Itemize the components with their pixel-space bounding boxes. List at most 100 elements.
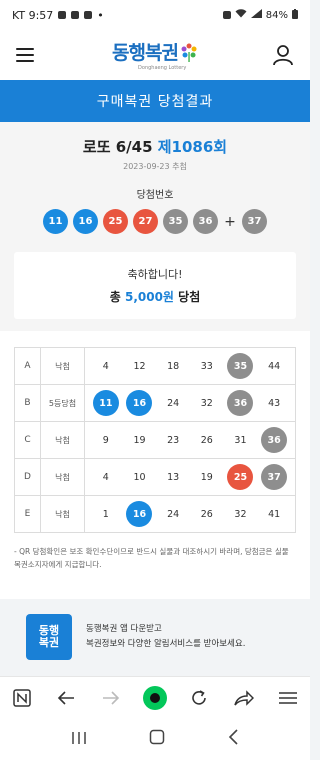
winning-numbers-label: 당첨번호 [136,190,174,201]
logo-text: 동행복권 [112,42,179,64]
ticket-number: 43 [268,397,281,409]
prize-prefix: 총 [109,290,121,304]
nav-back-icon[interactable] [227,729,239,749]
winning-ball: 11 [43,209,68,234]
ticket-row: E 낙첨 1 16 24 26 32 41 [14,495,296,533]
share-icon[interactable] [230,684,258,712]
prize-amount: 5,000원 [124,290,174,304]
more-menu-icon[interactable] [274,684,302,712]
bonus-plus: + [224,213,236,230]
ticket-numbers: 11 16 24 32 36 43 [84,384,296,422]
ticket-number: 26 [200,508,213,520]
status-bar: KT 9:57 • 84% [0,0,310,30]
ticket-row: D 낙첨 4 10 13 19 25 37 [14,458,296,496]
ticket-number: 1 [102,508,109,520]
promo-text: 동행복권 앱 다운받고 복권정보와 다양한 알림서비스를 받아보세요. [86,622,245,652]
congrats-box: 축하합니다! 총 5,000원 당첨 [14,252,296,319]
ticket-number-matched: 36 [227,390,254,416]
ticket-table: A 낙첨 4 12 18 33 35 44 B 5등당첨 11 16 24 32 36 43 C 낙첨 9 19 23 2… [14,347,296,533]
congrats-message: 축하합니다! [127,268,183,281]
ticket-label: C [14,421,41,459]
ticket-number: 4 [102,471,109,483]
recent-apps-icon[interactable] [71,730,87,749]
game-title: 로또 6/45 제1086회 [14,136,296,157]
ticket-number: 13 [167,471,180,483]
prize-suffix: 당첨 [178,290,201,304]
forward-icon[interactable] [97,684,125,712]
bonus-ball: 37 [242,209,267,234]
user-icon[interactable] [272,44,294,66]
ticket-number: 12 [133,360,146,372]
ticket-result: 낙첨 [40,347,85,385]
ticket-row: B 5등당첨 11 16 24 32 36 43 [14,384,296,422]
ticket-number: 19 [133,434,146,446]
winning-ball: 35 [163,209,188,234]
naver-tab-icon[interactable] [8,684,36,712]
promo-line-1: 동행복권 앱 다운받고 [86,624,162,634]
ticket-number: 23 [167,434,180,446]
ticket-result: 낙첨 [40,495,85,533]
logo-subtitle: Donghaeng Lottery [138,65,187,71]
ticket-number: 32 [234,508,247,520]
wifi-icon [235,9,247,21]
ticket-number: 9 [102,434,109,446]
draw-result-section: 로또 6/45 제1086회 2023-09-23 추첨 당첨번호 11 16 25… [0,122,310,331]
ticket-number: 31 [234,434,247,446]
refresh-icon[interactable] [185,684,213,712]
system-navigation-bar [0,718,310,760]
ticket-number: 44 [268,360,281,372]
ticket-numbers: 4 12 18 33 35 44 [84,347,296,385]
game-round: 제1086회 [157,138,228,156]
battery-level: 84% [265,9,288,21]
promo-app-logo: 동행 복권 [26,614,72,660]
ticket-label: D [14,458,41,496]
ticket-result: 5등당첨 [40,384,85,422]
ticket-number-matched: 35 [227,353,254,379]
status-time: KT 9:57 [12,8,54,22]
ticket-number-matched: 11 [92,390,119,416]
gallery-icon [71,11,80,19]
ticket-number-matched: 36 [261,427,288,453]
winning-ball: 25 [103,209,128,234]
back-icon[interactable] [52,684,80,712]
home-icon[interactable] [149,729,165,749]
winning-ball: 36 [193,209,218,234]
game-name: 로또 6/45 [82,138,153,156]
winning-numbers: 11 16 25 27 35 36 +37 [14,209,296,234]
draw-date: 2023-09-23 추첨 [123,162,187,171]
home-green-icon[interactable] [141,684,169,712]
ticket-numbers: 9 19 23 26 31 36 [84,421,296,459]
browser-toolbar [0,676,310,718]
notification-icon [58,11,67,19]
ticket-number: 41 [268,508,281,520]
logo-flower-icon [181,43,197,62]
ticket-number-matched: 16 [126,501,153,527]
app-promo-banner[interactable]: 동행 복권 동행복권 앱 다운받고 복권정보와 다양한 알림서비스를 받아보세요… [0,599,310,660]
alarm-icon [222,11,231,19]
ticket-numbers: 4 10 13 19 25 37 [84,458,296,496]
ticket-label: E [14,495,41,533]
ticket-row: A 낙첨 4 12 18 33 35 44 [14,347,296,385]
app-header: 동행복권 Donghaeng Lottery [0,30,310,80]
dhlottery-logo[interactable]: 동행복권 Donghaeng Lottery [112,38,198,71]
battery-icon [292,8,298,22]
ticket-number: 24 [167,508,180,520]
ticket-number-matched: 16 [126,390,153,416]
qr-notice: - QR 당첨확인은 보조 확인수단이므로 반드시 실물과 대조하시기 바라며,… [14,547,289,569]
ticket-number: 33 [200,360,213,372]
ticket-numbers: 1 16 24 26 32 41 [84,495,296,533]
ticket-number: 19 [200,471,213,483]
page-title-bar: 구매복권 당첨결과 [0,80,310,122]
winning-ball: 27 [133,209,158,234]
ticket-number: 26 [200,434,213,446]
ticket-result: 낙첨 [40,458,85,496]
menu-icon[interactable] [16,48,34,62]
prize-total: 총 5,000원 당첨 [14,288,296,305]
ticket-number: 32 [200,397,213,409]
ticket-number: 4 [102,360,109,372]
ticket-label: A [14,347,41,385]
winning-ball: 16 [73,209,98,234]
ticket-number: 10 [133,471,146,483]
ticket-number-matched: 37 [261,464,288,490]
ticket-number: 18 [167,360,180,372]
